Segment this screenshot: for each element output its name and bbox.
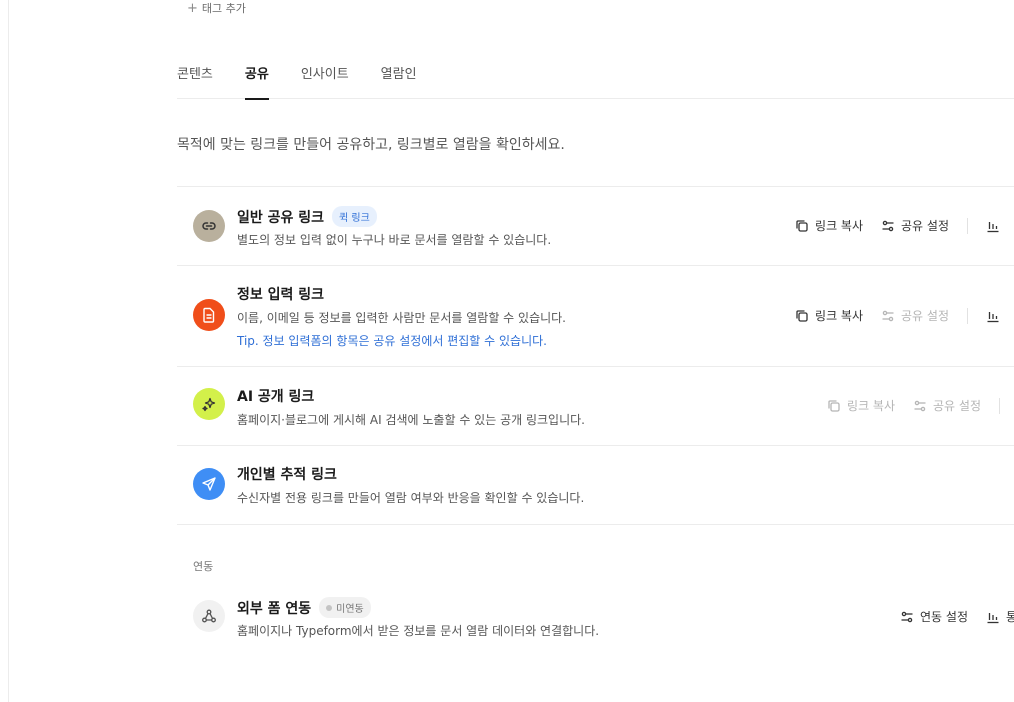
quick-link-badge: 퀵 링크 [332, 206, 377, 227]
link-title: 일반 공유 링크 퀵 링크 [237, 206, 377, 227]
status-dot-icon [326, 604, 333, 611]
list-item: 일반 공유 링크 퀵 링크 별도의 정보 입력 없이 누구나 바로 문서를 열람… [177, 187, 1014, 266]
integration-title: 외부 폼 연동 미연동 [237, 597, 371, 618]
share-settings-label: 공유 설정 [901, 309, 949, 323]
page-description: 목적에 맞는 링크를 만들어 공유하고, 링크별로 열람을 확인하세요. [177, 137, 565, 153]
status-badge: 미연동 [319, 597, 371, 618]
add-tag-button[interactable]: + 태그 추가 [187, 0, 246, 16]
document-icon [193, 299, 225, 331]
link-title-text: 개인별 추적 링크 [237, 467, 337, 483]
copy-icon [796, 309, 808, 322]
integration-actions: 연동 설정 통계 [900, 608, 1014, 625]
integration-section-label: 연동 [193, 560, 214, 573]
link-actions: 링크 복사 공유 설정 [795, 217, 1000, 234]
sparkle-icon [193, 388, 225, 420]
add-tag-label: 태그 추가 [201, 2, 246, 15]
plus-icon: + [187, 0, 198, 16]
copy-icon [828, 399, 840, 412]
sliders-icon [914, 400, 926, 411]
link-title-text: AI 공개 링크 [237, 389, 315, 405]
integration-title-text: 외부 폼 연동 [237, 600, 312, 617]
send-icon [193, 468, 225, 500]
tab-viewers[interactable]: 열람인 [381, 66, 417, 99]
tab-bar: 콘텐츠 공유 인사이트 열람인 [177, 66, 1014, 100]
list-item: 정보 입력 링크 이름, 이메일 등 정보를 입력한 사람만 문서를 열람할 수… [177, 266, 1014, 367]
action-divider [999, 397, 1000, 414]
sliders-icon [901, 611, 913, 622]
webhook-icon [193, 600, 225, 632]
copy-link-button[interactable]: 링크 복사 [795, 217, 863, 234]
link-title: 정보 입력 링크 [237, 284, 324, 304]
integration-settings-label: 연동 설정 [920, 610, 968, 624]
link-tip[interactable]: Tip. 정보 입력폼의 항목은 공유 설정에서 편집할 수 있습니다. [237, 332, 547, 349]
list-item: AI 공개 링크 홈페이지·블로그에 게시해 AI 검색에 노출할 수 있는 공… [177, 367, 1014, 446]
link-subtitle: 별도의 정보 입력 없이 누구나 바로 문서를 열람할 수 있습니다. [237, 233, 552, 247]
link-title: 개인별 추적 링크 [237, 464, 337, 484]
integration-subtitle: 홈페이지나 Typeform에서 받은 정보를 문서 열람 데이터와 연결합니다… [237, 624, 600, 638]
link-subtitle: 수신자별 전용 링크를 만들어 열람 여부와 반응을 확인할 수 있습니다. [237, 491, 585, 505]
copy-link-button[interactable]: 링크 복사 [827, 397, 895, 414]
link-actions: 링크 복사 공유 설정 [795, 307, 1000, 324]
share-settings-button[interactable]: 공유 설정 [913, 397, 981, 414]
tab-contents[interactable]: 콘텐츠 [177, 66, 213, 99]
status-label: 미연동 [336, 604, 364, 615]
copy-link-label: 링크 복사 [847, 399, 896, 413]
share-settings-label: 공유 설정 [901, 219, 949, 233]
link-subtitle: 이름, 이메일 등 정보를 입력한 사람만 문서를 열람할 수 있습니다. [237, 311, 567, 325]
integration-item: 외부 폼 연동 미연동 홈페이지나 Typeform에서 받은 정보를 문서 열… [177, 586, 1014, 646]
sliders-icon [882, 310, 894, 321]
link-actions: 링크 복사 공유 설정 [827, 397, 1000, 414]
bar-chart-icon [987, 311, 999, 322]
integration-stats-button[interactable]: 통계 [986, 608, 1014, 625]
integration-stats-label: 통계 [1006, 610, 1014, 624]
list-item: 개인별 추적 링크 수신자별 전용 링크를 만들어 열람 여부와 반응을 확인할… [177, 446, 1014, 525]
copy-link-button[interactable]: 링크 복사 [795, 307, 863, 324]
action-divider [967, 217, 968, 234]
stats-button[interactable] [986, 219, 1000, 233]
link-title-text: 정보 입력 링크 [237, 287, 325, 303]
link-subtitle: 홈페이지·블로그에 게시해 AI 검색에 노출할 수 있는 공개 링크입니다. [237, 413, 585, 427]
link-icon [193, 210, 225, 242]
sidebar-divider [8, 0, 9, 702]
share-settings-label: 공유 설정 [933, 399, 981, 413]
sliders-icon [882, 220, 894, 231]
copy-link-label: 링크 복사 [815, 309, 864, 323]
bar-chart-icon [987, 221, 999, 232]
bar-chart-icon [987, 612, 999, 623]
link-title: AI 공개 링크 [237, 386, 314, 406]
share-settings-button[interactable]: 공유 설정 [881, 307, 949, 324]
share-settings-button[interactable]: 공유 설정 [881, 217, 949, 234]
action-divider [967, 307, 968, 324]
copy-icon [796, 219, 808, 232]
link-title-text: 일반 공유 링크 [237, 209, 325, 226]
stats-button[interactable] [986, 309, 1000, 323]
copy-link-label: 링크 복사 [815, 219, 864, 233]
tab-share[interactable]: 공유 [244, 66, 269, 100]
tab-insights[interactable]: 인사이트 [301, 66, 349, 99]
integration-settings-button[interactable]: 연동 설정 [900, 608, 968, 625]
share-link-list: 일반 공유 링크 퀵 링크 별도의 정보 입력 없이 누구나 바로 문서를 열람… [177, 186, 1014, 525]
